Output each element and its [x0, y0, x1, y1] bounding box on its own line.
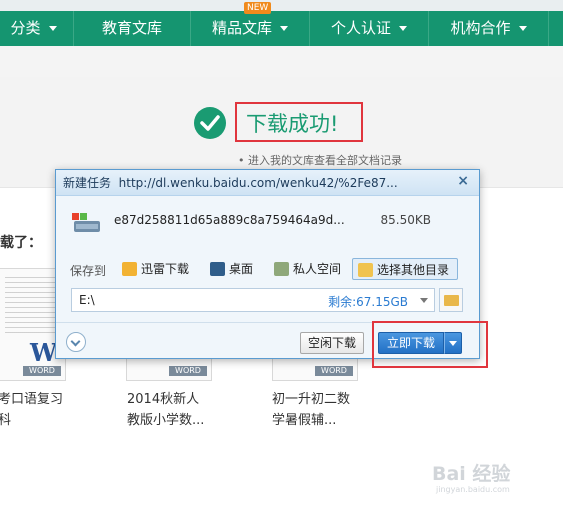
watermark-main: Bai 经验	[432, 463, 511, 485]
dialog-titlebar[interactable]: 新建任务 http://dl.wenku.baidu.com/wenku42/%…	[56, 170, 479, 196]
close-icon[interactable]: ×	[457, 173, 469, 189]
new-badge: NEW	[244, 2, 272, 14]
doc-title-line: 科	[0, 413, 12, 428]
download-button-highlight	[372, 321, 488, 368]
thunder-download-icon	[122, 262, 137, 276]
folder-icon	[358, 263, 373, 277]
chevron-down-icon	[420, 298, 428, 303]
file-icon	[70, 211, 102, 235]
chevron-down-icon	[518, 26, 527, 31]
doc-title-line: 学暑假辅...	[272, 413, 337, 428]
save-option-label: 桌面	[229, 262, 254, 276]
doc-title-line: 初一升初二数	[272, 392, 351, 407]
nav-item-cooperation[interactable]: 机构合作	[429, 11, 549, 46]
free-space: 剩余:67.15GB	[328, 295, 408, 309]
save-option-label: 私人空间	[293, 262, 342, 276]
save-path-value: E:\	[79, 293, 95, 307]
save-option-thunder[interactable]: 迅雷下载	[122, 258, 189, 280]
nav-item-education[interactable]: 教育文库	[74, 11, 191, 46]
idle-download-button[interactable]: 空闲下载	[300, 332, 364, 354]
save-option-label: 选择其他目录	[377, 263, 450, 277]
word-logo-icon: W	[30, 338, 57, 367]
doc-preview-lines	[5, 277, 59, 337]
doc-title-line: 2014秋新人	[127, 392, 200, 407]
doc-title[interactable]: 2014秋新人 教版小学数...	[127, 389, 204, 431]
private-space-icon	[274, 262, 289, 276]
check-circle-icon	[194, 107, 226, 139]
doc-title-line: 教版小学数...	[127, 413, 205, 428]
success-message: 下载成功!	[246, 112, 339, 136]
word-tag: WORD	[169, 366, 207, 376]
section-heading: 载了：	[0, 235, 42, 251]
nav-item-label: 个人认证	[330, 19, 391, 37]
save-option-label: 迅雷下载	[141, 262, 190, 276]
chevron-down-icon	[70, 336, 81, 347]
nav-item-label: 教育文库	[101, 19, 162, 37]
expand-options-button[interactable]	[66, 332, 86, 352]
desktop-icon	[210, 262, 225, 276]
baidu-jingyan-watermark: Bai 经验 jingyan.baidu.com	[432, 459, 542, 499]
nav-item-certification[interactable]: 个人认证	[310, 11, 429, 46]
doc-title-line: 考口语复习	[0, 392, 64, 407]
chevron-down-icon	[48, 26, 57, 31]
save-option-private-space[interactable]: 私人空间	[274, 258, 341, 280]
save-option-desktop[interactable]: 桌面	[210, 258, 253, 280]
watermark-sub: jingyan.baidu.com	[436, 485, 510, 494]
download-url: http://dl.wenku.baidu.com/wenku42/%2Fe87…	[118, 176, 398, 190]
nav-item-label: 分类	[10, 19, 41, 37]
doc-title[interactable]: 考口语复习 科	[0, 389, 63, 431]
nav-item-label: 精品文库	[211, 19, 272, 37]
save-to-label: 保存到	[70, 264, 107, 278]
save-path-select[interactable]: E:\ 剩余:67.15GB	[71, 288, 435, 312]
word-tag: WORD	[23, 366, 61, 376]
save-option-other-directory[interactable]: 选择其他目录	[352, 258, 459, 280]
word-tag: WORD	[315, 366, 353, 376]
file-name: e87d258811d65a889c8a759464a9d...	[114, 213, 345, 227]
file-size: 85.50KB	[380, 213, 431, 227]
nav-item-premium[interactable]: 精品文库	[191, 11, 310, 46]
folder-icon	[444, 295, 459, 306]
my-library-link[interactable]: • 进入我的文库查看全部文档记录	[238, 152, 402, 168]
doc-title[interactable]: 初一升初二数 学暑假辅...	[272, 389, 350, 431]
chevron-down-icon	[399, 26, 407, 31]
chevron-down-icon	[280, 26, 288, 31]
dialog-title-label: 新建任务	[63, 176, 112, 190]
top-nav: 分类 教育文库 精品文库 NEW 个人认证 机构合作	[0, 0, 563, 46]
browse-folder-button[interactable]	[439, 288, 463, 312]
dialog-title: 新建任务 http://dl.wenku.baidu.com/wenku42/%…	[63, 174, 398, 191]
nav-item-category[interactable]: 分类	[0, 11, 74, 46]
nav-item-label: 机构合作	[450, 19, 511, 37]
